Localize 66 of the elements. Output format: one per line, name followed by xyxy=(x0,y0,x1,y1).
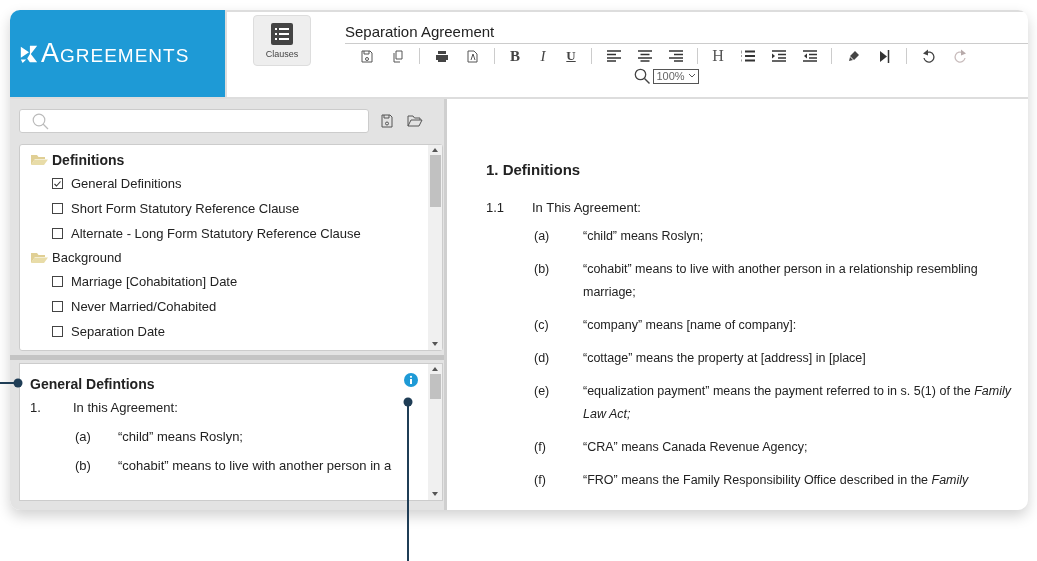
checkbox[interactable] xyxy=(52,228,63,239)
folder-icon xyxy=(31,251,48,264)
definition-text: “FRO” means the Family Responsibility Office described in the Family xyxy=(583,472,970,489)
item-label: (b) xyxy=(75,458,92,473)
heading-button[interactable]: H xyxy=(704,46,732,66)
format-button[interactable]: I xyxy=(529,46,557,66)
clauses-button[interactable]: Clauses xyxy=(253,15,311,66)
chevron-icon xyxy=(687,73,696,79)
definition-text: “CRA” means Canada Revenue Agency; xyxy=(583,439,809,456)
scroll-thumb[interactable] xyxy=(429,374,441,399)
format-button[interactable]: B xyxy=(501,46,529,66)
clause-item[interactable]: Marriage [Cohabitation] Date xyxy=(71,274,238,289)
zoom-icon xyxy=(634,68,651,84)
leader-line xyxy=(0,378,23,388)
item-label: (f) xyxy=(534,472,547,489)
save-icon[interactable] xyxy=(379,114,395,128)
item-label: (e) xyxy=(534,383,551,400)
scrollbar[interactable] xyxy=(428,145,442,350)
clause-item[interactable]: General Definitions xyxy=(71,176,182,191)
item-text: “child” means Roslyn; xyxy=(118,429,243,444)
folder-open-icon[interactable] xyxy=(405,115,425,127)
list-icon xyxy=(271,22,293,45)
definition-text: “company” means [name of company]: xyxy=(583,317,798,334)
clause-item[interactable]: Alternate - Long Form Statutory Reference Clause xyxy=(71,226,361,241)
document-title: Separation Agreement xyxy=(345,15,1028,44)
item-label: (b) xyxy=(534,261,551,278)
clause-item[interactable]: Short Form Statutory Reference Clause xyxy=(71,201,300,216)
checkbox[interactable] xyxy=(52,301,63,312)
definition-text: “cohabit” means to live with another person in a relationship resembling marriage; xyxy=(583,261,979,301)
scroll-down-icon[interactable] xyxy=(432,342,438,346)
format-button[interactable]: U xyxy=(557,46,585,66)
logo-text: AGREEMENTS xyxy=(41,38,190,69)
search-icon xyxy=(32,112,49,130)
clause-text: In this Agreement: xyxy=(73,400,178,415)
scroll-thumb[interactable] xyxy=(429,155,441,207)
definition-text: “cottage” means the property at [address] in [place] xyxy=(583,350,867,367)
checkbox[interactable] xyxy=(52,276,63,287)
item-label: (a) xyxy=(534,228,551,245)
item-label: (f) xyxy=(534,439,547,456)
clause-item[interactable]: Separation Date xyxy=(71,324,165,339)
checkbox[interactable] xyxy=(52,203,63,214)
scrollbar[interactable] xyxy=(428,364,442,500)
item-label: (d) xyxy=(534,350,551,367)
clause-item[interactable]: Never Married/Cohabited xyxy=(71,299,217,314)
scroll-up-icon[interactable] xyxy=(432,148,438,152)
item-label: (a) xyxy=(75,429,92,444)
search-field[interactable] xyxy=(19,109,369,133)
folder-icon xyxy=(31,153,48,166)
folder-item[interactable]: Definitions xyxy=(31,148,428,171)
item-label: (c) xyxy=(534,317,550,334)
item-text: “cohabit” means to live with another person in a xyxy=(118,458,392,473)
info-icon[interactable] xyxy=(404,373,418,387)
definition-text: “equalization payment” means the payment referred to in s. 5(1) of the Family Law Act; xyxy=(583,383,1013,423)
checkbox[interactable] xyxy=(52,326,63,337)
scroll-up-icon[interactable] xyxy=(432,367,438,371)
folder-item[interactable]: Background xyxy=(31,246,428,269)
clause-number: 1.1 xyxy=(486,200,506,215)
definition-text: “child” means Roslyn; xyxy=(583,228,705,245)
clause-text: In This Agreement: xyxy=(532,200,641,215)
logo-icon xyxy=(19,43,39,64)
checkbox[interactable] xyxy=(52,178,63,189)
clause-number: 1. xyxy=(30,400,42,415)
preview-title: General Defintions xyxy=(30,376,155,392)
zoom-dropdown[interactable]: 100% xyxy=(653,68,699,84)
scroll-down-icon[interactable] xyxy=(432,492,438,496)
section-heading: 1. Definitions xyxy=(486,161,582,178)
